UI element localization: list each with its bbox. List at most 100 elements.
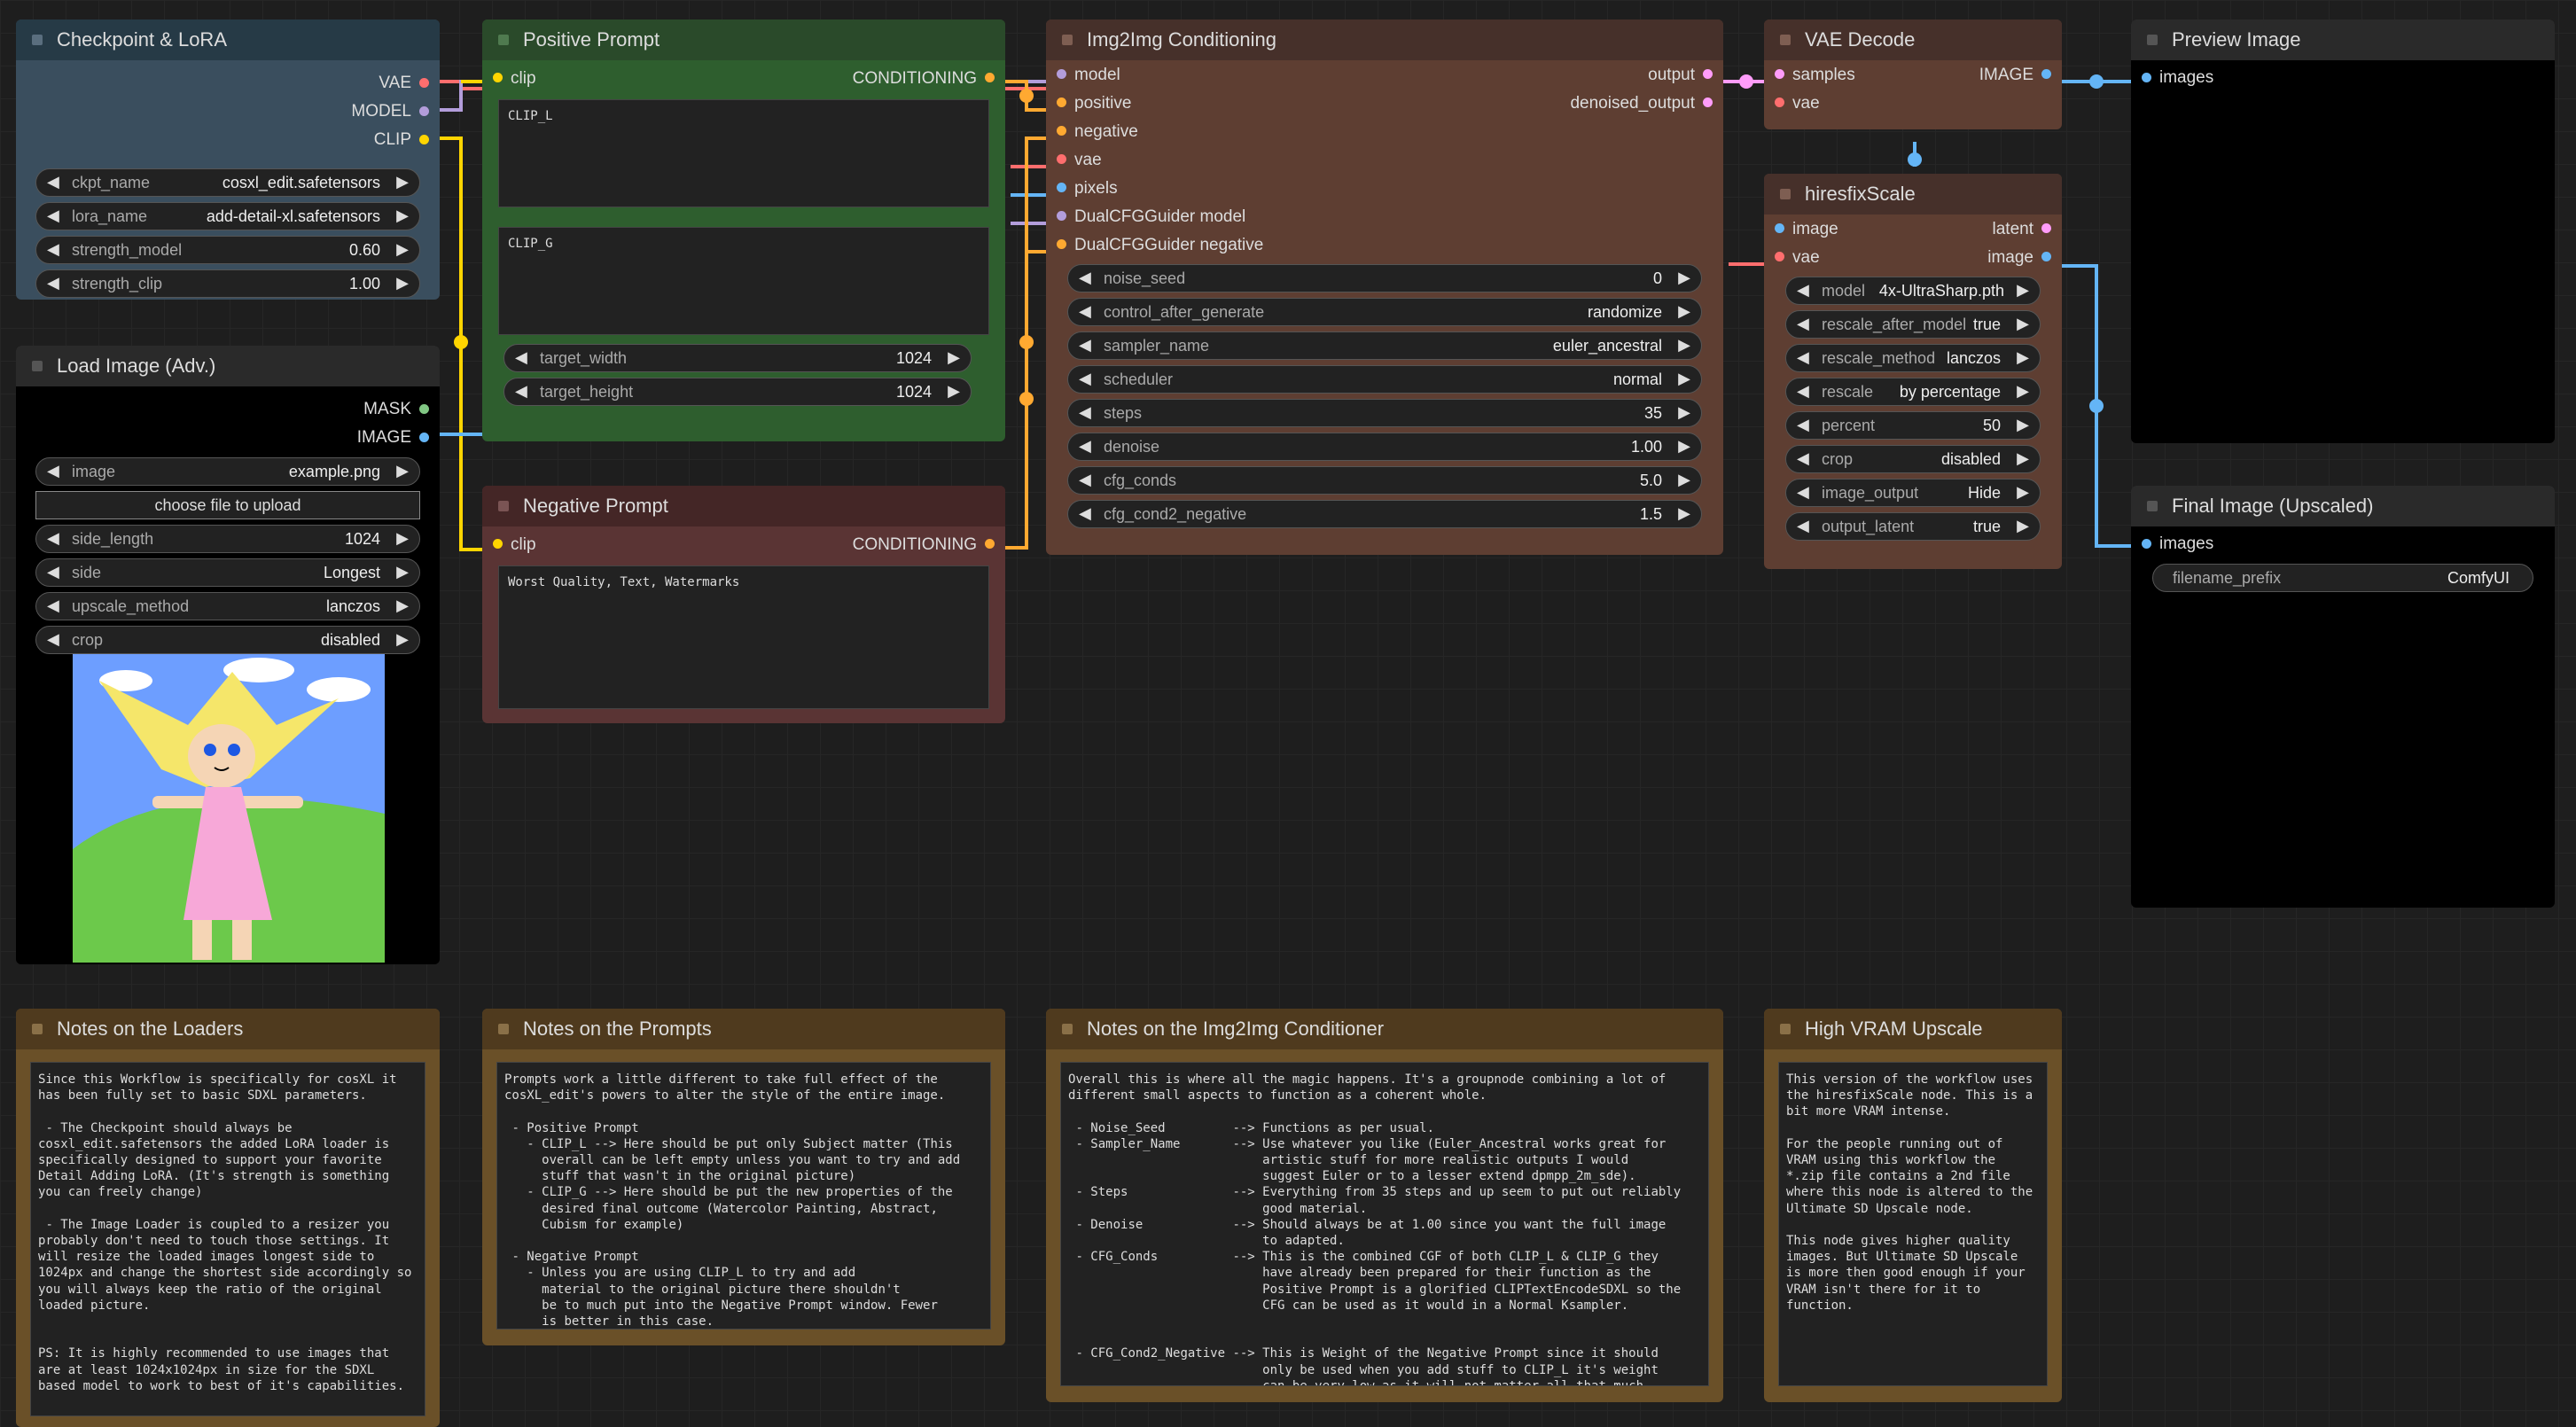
widget-image-output[interactable]: ◀ image_output Hide ▶ (1785, 479, 2041, 507)
io-row[interactable]: clip CONDITIONING (482, 530, 1005, 558)
io-row[interactable]: clip CONDITIONING (482, 64, 1005, 92)
widget-side-length[interactable]: ◀ side_length 1024 ▶ (35, 525, 420, 553)
negative-textarea[interactable]: Worst Quality, Text, Watermarks (498, 565, 989, 709)
arrow-right-icon[interactable]: ▶ (1678, 403, 1690, 422)
clip-l-textarea[interactable]: CLIP_L (498, 99, 989, 207)
socket-icon[interactable] (1057, 239, 1066, 249)
widget-crop[interactable]: ◀ crop disabled ▶ (35, 626, 420, 654)
arrow-right-icon[interactable]: ▶ (1678, 437, 1690, 456)
arrow-right-icon[interactable]: ▶ (2017, 416, 2029, 434)
arrow-right-icon[interactable]: ▶ (2017, 315, 2029, 333)
arrow-right-icon[interactable]: ▶ (396, 240, 409, 259)
arrow-left-icon[interactable]: ◀ (1079, 370, 1091, 388)
notes-img2img-node[interactable]: Notes on the Img2Img Conditioner Overall… (1046, 1009, 1723, 1402)
final-image-node[interactable]: Final Image (Upscaled) images filename_p… (2131, 486, 2555, 908)
io-row-dualcfg-model[interactable]: DualCFGGuider model (1046, 202, 1723, 230)
arrow-right-icon[interactable]: ▶ (1678, 336, 1690, 355)
socket-icon[interactable] (419, 78, 429, 88)
arrow-left-icon[interactable]: ◀ (1079, 471, 1091, 489)
io-row-image[interactable]: image latent (1764, 214, 2062, 243)
preview-image-node[interactable]: Preview Image images (2131, 19, 2555, 443)
arrow-right-icon[interactable]: ▶ (396, 529, 409, 548)
socket-icon[interactable] (1057, 183, 1066, 192)
widget-model[interactable]: ◀ model 4x-UltraSharp.pth ▶ (1785, 277, 2041, 305)
io-row-vae[interactable]: vae image (1764, 243, 2062, 271)
arrow-right-icon[interactable]: ▶ (2017, 517, 2029, 535)
arrow-right-icon[interactable]: ▶ (1678, 370, 1690, 388)
arrow-left-icon[interactable]: ◀ (1797, 416, 1809, 434)
input-images[interactable]: images (2131, 530, 2555, 558)
socket-icon[interactable] (419, 135, 429, 144)
io-row-vae[interactable]: vae (1046, 145, 1723, 174)
arrow-left-icon[interactable]: ◀ (47, 207, 59, 225)
arrow-right-icon[interactable]: ▶ (2017, 483, 2029, 502)
widget-strength-model[interactable]: ◀ strength_model 0.60 ▶ (35, 236, 420, 264)
arrow-right-icon[interactable]: ▶ (2017, 382, 2029, 401)
socket-icon[interactable] (1703, 97, 1713, 107)
node-title-bar[interactable]: hiresfixScale (1764, 174, 2062, 214)
widget-target-height[interactable]: ◀ target_height 1024 ▶ (503, 378, 972, 406)
node-title-bar[interactable]: Preview Image (2131, 19, 2555, 60)
hiresfix-scale-node[interactable]: hiresfixScale image latent vae image ◀ mode… (1764, 174, 2062, 569)
arrow-left-icon[interactable]: ◀ (1079, 403, 1091, 422)
socket-icon[interactable] (1775, 252, 1784, 261)
node-title-bar[interactable]: Final Image (Upscaled) (2131, 486, 2555, 526)
notes-high-vram-node[interactable]: High VRAM Upscale This version of the wo… (1764, 1009, 2062, 1402)
arrow-left-icon[interactable]: ◀ (515, 348, 527, 367)
widget-image[interactable]: ◀ image example.png ▶ (35, 457, 420, 486)
arrow-left-icon[interactable]: ◀ (47, 240, 59, 259)
socket-icon[interactable] (1057, 69, 1066, 79)
arrow-left-icon[interactable]: ◀ (1079, 302, 1091, 321)
upload-button[interactable]: choose file to upload (35, 491, 420, 519)
output-vae[interactable]: VAE (16, 69, 440, 97)
widget-rescale[interactable]: ◀ rescale by percentage ▶ (1785, 378, 2041, 406)
arrow-left-icon[interactable]: ◀ (1079, 504, 1091, 523)
arrow-left-icon[interactable]: ◀ (47, 173, 59, 191)
positive-prompt-node[interactable]: Positive Prompt clip CONDITIONING CLIP_L… (482, 19, 1005, 441)
socket-icon[interactable] (2041, 252, 2051, 261)
widget-cfg-cond2-negative[interactable]: ◀ cfg_cond2_negative 1.5 ▶ (1067, 500, 1702, 528)
input-images[interactable]: images (2131, 64, 2555, 92)
note-textarea[interactable]: This version of the workflow uses the hi… (1778, 1062, 2048, 1386)
arrow-left-icon[interactable]: ◀ (47, 529, 59, 548)
arrow-left-icon[interactable]: ◀ (47, 462, 59, 480)
widget-sampler-name[interactable]: ◀ sampler_name euler_ancestral ▶ (1067, 331, 1702, 360)
socket-icon[interactable] (1057, 126, 1066, 136)
arrow-right-icon[interactable]: ▶ (948, 382, 960, 401)
widget-filename-prefix[interactable]: filename_prefix ComfyUI (2152, 564, 2533, 592)
widget-ckpt-name[interactable]: ◀ ckpt_name cosxl_edit.safetensors ▶ (35, 168, 420, 197)
arrow-left-icon[interactable]: ◀ (1797, 281, 1809, 300)
socket-icon[interactable] (1057, 211, 1066, 221)
arrow-right-icon[interactable]: ▶ (396, 274, 409, 292)
io-row-dualcfg-negative[interactable]: DualCFGGuider negative (1046, 230, 1723, 259)
widget-noise-seed[interactable]: ◀ noise_seed 0 ▶ (1067, 264, 1702, 292)
io-row-vae[interactable]: vae (1764, 89, 2062, 117)
widget-output-latent[interactable]: ◀ output_latent true ▶ (1785, 512, 2041, 541)
arrow-right-icon[interactable]: ▶ (1678, 269, 1690, 287)
arrow-right-icon[interactable]: ▶ (1678, 471, 1690, 489)
socket-icon[interactable] (493, 73, 503, 82)
note-textarea[interactable]: Since this Workflow is specifically for … (30, 1062, 425, 1416)
arrow-right-icon[interactable]: ▶ (948, 348, 960, 367)
socket-icon[interactable] (1775, 97, 1784, 107)
arrow-right-icon[interactable]: ▶ (396, 630, 409, 649)
io-row-samples[interactable]: samples IMAGE (1764, 60, 2062, 89)
widget-target-width[interactable]: ◀ target_width 1024 ▶ (503, 344, 972, 372)
socket-icon[interactable] (2142, 73, 2151, 82)
socket-icon[interactable] (985, 73, 995, 82)
node-title-bar[interactable]: High VRAM Upscale (1764, 1009, 2062, 1049)
arrow-left-icon[interactable]: ◀ (1079, 437, 1091, 456)
node-title-bar[interactable]: Negative Prompt (482, 486, 1005, 526)
output-model[interactable]: MODEL (16, 97, 440, 126)
widget-cfg-conds[interactable]: ◀ cfg_conds 5.0 ▶ (1067, 466, 1702, 495)
socket-icon[interactable] (419, 106, 429, 116)
arrow-right-icon[interactable]: ▶ (396, 207, 409, 225)
output-image[interactable]: IMAGE (16, 424, 440, 452)
note-textarea[interactable]: Overall this is where all the magic happ… (1060, 1062, 1709, 1386)
socket-icon[interactable] (2142, 539, 2151, 549)
node-title-bar[interactable]: Notes on the Prompts (482, 1009, 1005, 1049)
arrow-left-icon[interactable]: ◀ (47, 563, 59, 581)
node-title-bar[interactable]: Checkpoint & LoRA (16, 19, 440, 60)
img2img-conditioning-node[interactable]: Img2Img Conditioning model output positiv… (1046, 19, 1723, 555)
io-row-pixels[interactable]: pixels (1046, 174, 1723, 202)
